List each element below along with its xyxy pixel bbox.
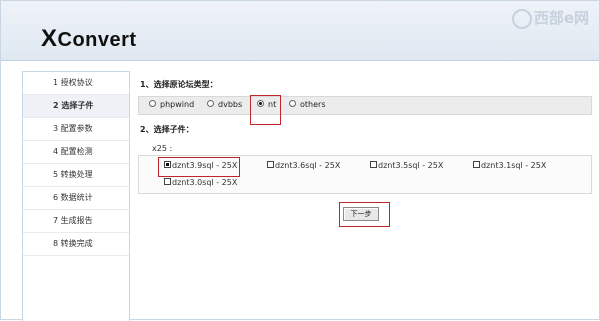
sidebar-step-3[interactable]: 3 配置参数 bbox=[23, 118, 129, 141]
option-label: dznt3.6sql - 25X bbox=[275, 161, 341, 170]
sidebar-step-6[interactable]: 6 数据统计 bbox=[23, 187, 129, 210]
option-label: dznt3.0sql - 25X bbox=[172, 178, 238, 187]
checkbox-icon bbox=[267, 161, 274, 168]
header-banner: XConvert 西部e网 bbox=[1, 1, 599, 61]
radio-label: dvbbs bbox=[218, 100, 243, 109]
wizard-steps-sidebar: 1 授权协议 2 选择子件 3 配置参数 4 配置检测 5 转换处理 6 数据统… bbox=[22, 71, 130, 321]
option-dznt3-6sql[interactable]: dznt3.6sql - 25X bbox=[267, 161, 340, 170]
radio-circle-icon bbox=[207, 100, 214, 107]
radio-label: others bbox=[300, 100, 326, 109]
option-dznt3-0sql[interactable]: dznt3.0sql - 25X bbox=[164, 178, 237, 187]
radio-others[interactable]: others bbox=[289, 100, 325, 109]
highlight-box-dznt39 bbox=[158, 157, 240, 177]
sidebar-step-5[interactable]: 5 转换处理 bbox=[23, 164, 129, 187]
sidebar-step-4[interactable]: 4 配置检测 bbox=[23, 141, 129, 164]
logo-text: Convert bbox=[57, 29, 137, 51]
sidebar-step-2[interactable]: 2 选择子件 bbox=[23, 95, 129, 118]
checkbox-icon bbox=[164, 178, 171, 185]
main-content: 1、选择原论坛类型： phpwind dvbbs nt others 2、选择子… bbox=[138, 71, 592, 320]
radio-phpwind[interactable]: phpwind bbox=[149, 100, 194, 109]
radio-dvbbs[interactable]: dvbbs bbox=[207, 100, 242, 109]
option-label: dznt3.1sql - 25X bbox=[481, 161, 547, 170]
option-label: dznt3.5sql - 25X bbox=[378, 161, 444, 170]
highlight-box-next bbox=[339, 202, 390, 227]
watermark-icon bbox=[511, 8, 532, 29]
radio-circle-icon bbox=[289, 100, 296, 107]
section-forum-type-title: 1、选择原论坛类型： bbox=[140, 80, 218, 89]
sidebar-step-7[interactable]: 7 生成报告 bbox=[23, 210, 129, 233]
option-dznt3-1sql[interactable]: dznt3.1sql - 25X bbox=[473, 161, 546, 170]
sidebar-step-1[interactable]: 1 授权协议 bbox=[23, 72, 129, 95]
checkbox-icon bbox=[370, 161, 377, 168]
forum-type-radio-group: phpwind dvbbs nt others bbox=[138, 96, 592, 115]
watermark: 西部e网 bbox=[511, 7, 589, 29]
option-dznt3-5sql[interactable]: dznt3.5sql - 25X bbox=[370, 161, 443, 170]
checkbox-icon bbox=[473, 161, 480, 168]
sidebar-step-8[interactable]: 8 转换完成 bbox=[23, 233, 129, 256]
radio-circle-icon bbox=[149, 100, 156, 107]
group-label-x25: x25 : bbox=[152, 144, 173, 153]
radio-label: phpwind bbox=[160, 100, 195, 109]
watermark-text: 西部e网 bbox=[533, 9, 589, 27]
app-logo: XConvert bbox=[41, 25, 137, 53]
highlight-box-nt bbox=[250, 95, 281, 125]
section-component-title: 2、选择子件： bbox=[140, 125, 194, 134]
logo-initial: X bbox=[41, 25, 58, 52]
